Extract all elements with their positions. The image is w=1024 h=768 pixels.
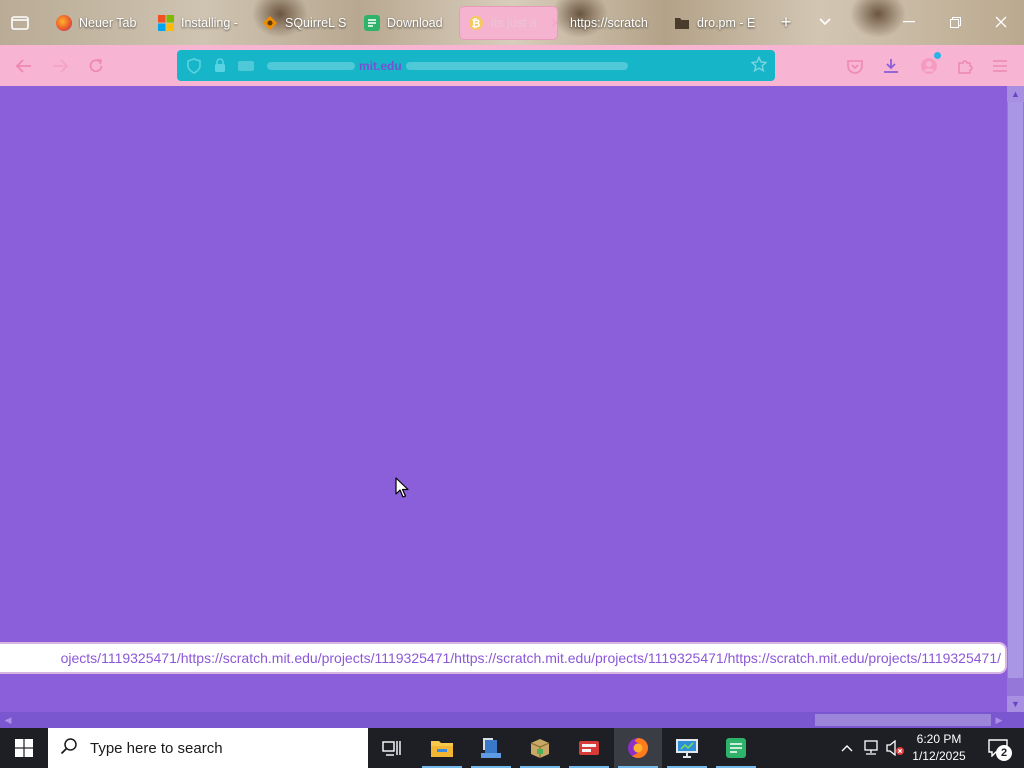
show-hidden-icons-chevron-icon[interactable]: [836, 728, 858, 768]
back-arrow-icon[interactable]: [10, 52, 38, 80]
list-all-tabs-chevron-icon[interactable]: [811, 8, 839, 36]
microsoft-icon: [158, 15, 174, 31]
new-tab-plus-icon[interactable]: +: [772, 8, 800, 36]
remote-desktop-icon[interactable]: [467, 728, 515, 768]
firefox-view-icon[interactable]: [6, 8, 34, 36]
svg-text:₿: ₿: [472, 17, 481, 30]
reload-icon[interactable]: [82, 52, 110, 80]
tab-scratch[interactable]: https://scratch: [562, 7, 662, 39]
tab-neuer-tab[interactable]: Neuer Tab: [48, 7, 150, 39]
url-bar[interactable]: mit.edu: [177, 50, 775, 81]
action-center-icon[interactable]: 2: [978, 728, 1018, 768]
tracking-shield-icon[interactable]: [185, 57, 203, 75]
url-obscured-path: [405, 62, 628, 71]
tab-installing[interactable]: Installing -: [150, 7, 248, 39]
tab-label: its just a: [491, 16, 537, 30]
database-tool-icon[interactable]: [565, 728, 613, 768]
download-icon[interactable]: [879, 54, 903, 78]
notification-count-badge: 2: [996, 745, 1012, 761]
lock-icon[interactable]: [211, 57, 229, 75]
scroll-up-arrow-icon[interactable]: ▲: [1007, 86, 1024, 102]
system-clock[interactable]: 6:20 PM 1/12/2025: [906, 731, 972, 765]
firefox-taskbar-icon[interactable]: [614, 728, 662, 768]
scroll-down-arrow-icon[interactable]: ▼: [1007, 696, 1024, 712]
squirrel-icon: [262, 15, 278, 31]
task-view-icon[interactable]: [368, 728, 416, 768]
extensions-puzzle-icon[interactable]: [953, 54, 977, 78]
menu-hamburger-icon[interactable]: [988, 54, 1012, 78]
search-placeholder: Type here to search: [90, 739, 223, 757]
restore-window-icon[interactable]: [932, 0, 978, 44]
scrollbar-corner: [1007, 712, 1024, 728]
package-manager-icon[interactable]: [516, 728, 564, 768]
notepad-taskbar-icon[interactable]: [712, 728, 760, 768]
network-icon[interactable]: [860, 728, 882, 768]
scroll-right-arrow-icon[interactable]: ▶: [991, 712, 1007, 728]
url-text[interactable]: mit.edu: [263, 59, 775, 73]
page-info-icon[interactable]: [237, 57, 255, 75]
tab-squirrel[interactable]: SQuirreL S: [254, 7, 354, 39]
tab-label: dro.pm - E: [697, 16, 756, 30]
url-obscured-prefix: [267, 62, 355, 71]
tab-its-just-a[interactable]: ₿ its just a ✕: [460, 7, 557, 39]
firefox-icon: [56, 15, 72, 31]
volume-muted-icon[interactable]: [884, 728, 906, 768]
folder-icon: [674, 15, 690, 31]
horizontal-scrollbar[interactable]: ◀ ▶: [0, 712, 1007, 728]
pocket-icon[interactable]: [843, 54, 867, 78]
mouse-cursor-icon: [395, 477, 409, 498]
monitor-app-icon[interactable]: [663, 728, 711, 768]
tab-dro-pm[interactable]: dro.pm - E: [666, 7, 766, 39]
tab-download[interactable]: Download: [356, 7, 456, 39]
close-window-icon[interactable]: [978, 0, 1024, 44]
windows-start-icon[interactable]: [0, 728, 48, 768]
taskbar-search-box[interactable]: Type here to search: [48, 728, 368, 768]
vertical-scrollbar[interactable]: ▲ ▼: [1007, 86, 1024, 712]
forward-arrow-icon[interactable]: [46, 52, 74, 80]
page-content[interactable]: [0, 86, 1007, 712]
account-notification-dot: [934, 52, 941, 59]
windows-taskbar: Type here to search 6:20 PM 1/12/2025 2: [0, 728, 1024, 768]
vertical-scroll-thumb[interactable]: [1008, 102, 1023, 678]
url-host: mit.edu: [359, 58, 402, 73]
horizontal-scroll-thumb[interactable]: [815, 714, 991, 726]
minimize-window-icon[interactable]: [886, 0, 932, 44]
scroll-left-arrow-icon[interactable]: ◀: [0, 712, 16, 728]
bookmark-star-icon[interactable]: [750, 55, 768, 76]
navigation-toolbar: mit.edu: [0, 45, 1024, 86]
close-icon[interactable]: ✕: [550, 15, 557, 32]
file-explorer-icon[interactable]: [418, 728, 466, 768]
notepad-icon: [364, 15, 380, 31]
tab-label: Neuer Tab: [79, 16, 137, 30]
tab-label: https://scratch: [570, 16, 648, 30]
clock-time: 6:20 PM: [916, 732, 962, 746]
clock-date: 1/12/2025: [912, 749, 966, 763]
tab-label: SQuirreL S: [285, 16, 347, 30]
search-icon: [60, 737, 78, 760]
link-status-bar: ojects/1119325471/https://scratch.mit.ed…: [0, 642, 1007, 674]
status-link-url: ojects/1119325471/https://scratch.mit.ed…: [60, 650, 1001, 666]
tab-label: Installing -: [181, 16, 238, 30]
tab-strip: Neuer Tab Installing - SQuirreL S Downlo…: [0, 0, 1024, 45]
tab-label: Download: [387, 16, 443, 30]
bitcoin-icon: ₿: [468, 15, 484, 31]
